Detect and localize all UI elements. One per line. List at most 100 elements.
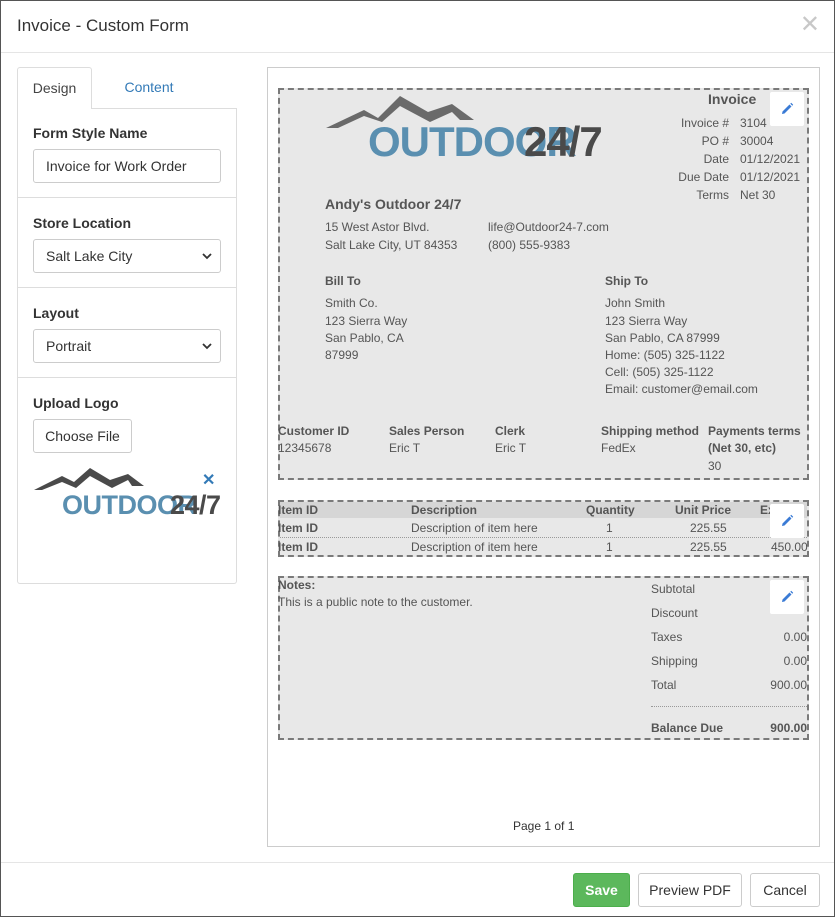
invoice-preview: OUTDOOR 24/7 Invoice Invoice # 3104 PO #… bbox=[267, 67, 820, 847]
logo-text-right: 24/7 bbox=[524, 118, 602, 162]
subtotal-label: Subtotal bbox=[651, 582, 696, 596]
item-row-price: 225.55 bbox=[690, 521, 727, 535]
uploaded-logo-image: OUTDOOR 24/7 bbox=[34, 468, 221, 520]
store-location-section: Store Location Salt Lake City bbox=[18, 198, 236, 288]
taxes-value: 0.00 bbox=[783, 630, 807, 644]
invoice-heading: Invoice bbox=[708, 91, 757, 107]
store-location-label: Store Location bbox=[33, 215, 132, 231]
bill-to-line: Smith Co. bbox=[325, 296, 378, 310]
bill-to-line: 123 Sierra Way bbox=[325, 314, 408, 328]
bill-to-line: 87999 bbox=[325, 348, 359, 362]
company-email: life@Outdoor24-7.com bbox=[488, 220, 609, 234]
meta-label-date: Date bbox=[703, 152, 729, 166]
bill-to-heading: Bill To bbox=[325, 274, 361, 288]
company-address-2: Salt Lake City, UT 84353 bbox=[325, 238, 458, 252]
customer-id-label: Customer ID bbox=[278, 424, 350, 438]
tab-bar: Design Content bbox=[17, 67, 237, 109]
ship-to-line: Cell: (505) 325-1122 bbox=[605, 365, 714, 379]
payment-terms-label: Payments terms bbox=[708, 424, 801, 438]
form-style-name-label: Form Style Name bbox=[33, 125, 148, 141]
customer-id-value: 12345678 bbox=[278, 441, 332, 455]
items-header-description: Description bbox=[411, 503, 478, 517]
bill-to-line: San Pablo, CA bbox=[325, 331, 404, 345]
invoice-header-block[interactable]: OUTDOOR 24/7 Invoice Invoice # 3104 PO #… bbox=[278, 88, 809, 480]
meta-value-po: 30004 bbox=[740, 134, 774, 148]
cancel-button[interactable]: Cancel bbox=[750, 873, 820, 907]
form-style-name-input[interactable]: Invoice for Work Order bbox=[33, 149, 221, 183]
shipping-value: 0.00 bbox=[783, 654, 807, 668]
edit-totals-button[interactable] bbox=[770, 580, 804, 614]
item-row-qty: 1 bbox=[606, 540, 613, 554]
shipping-method-label: Shipping method bbox=[601, 424, 699, 438]
sales-person-label: Sales Person bbox=[389, 424, 465, 438]
company-phone: (800) 555-9383 bbox=[488, 238, 571, 252]
meta-label-terms: Terms bbox=[696, 188, 729, 202]
total-label: Total bbox=[651, 678, 677, 692]
meta-label-invoice: Invoice # bbox=[680, 116, 729, 130]
store-location-value: Salt Lake City bbox=[46, 248, 133, 264]
item-row-extended: 450.00 bbox=[771, 540, 808, 554]
page-indicator: Page 1 of 1 bbox=[513, 819, 575, 833]
notes-label: Notes: bbox=[278, 578, 316, 592]
uploaded-logo-text-right: 24/7 bbox=[170, 490, 221, 520]
item-row-id: Item ID bbox=[278, 521, 319, 535]
pencil-icon bbox=[782, 102, 794, 114]
edit-header-button[interactable] bbox=[770, 92, 804, 126]
company-logo: OUTDOOR 24/7 bbox=[326, 96, 603, 162]
item-row-qty: 1 bbox=[606, 521, 613, 535]
invoice-items-block[interactable]: Item ID Description Quantity Unit Price … bbox=[278, 500, 809, 557]
edit-items-button[interactable] bbox=[770, 504, 804, 538]
item-row-price: 225.55 bbox=[690, 540, 727, 554]
chevron-down-icon bbox=[202, 253, 212, 260]
modal-header: Invoice - Custom Form ✕ bbox=[1, 1, 834, 53]
meta-value-date: 01/12/2021 bbox=[740, 152, 801, 166]
upload-logo-label: Upload Logo bbox=[33, 395, 119, 411]
clerk-label: Clerk bbox=[495, 424, 526, 438]
clerk-value: Eric T bbox=[495, 441, 527, 455]
invoice-custom-form-modal: Invoice - Custom Form ✕ Design Content F… bbox=[0, 0, 835, 917]
item-row-description: Description of item here bbox=[411, 540, 538, 554]
ship-to-line: San Pablo, CA 87999 bbox=[605, 331, 720, 345]
form-style-section: Form Style Name Invoice for Work Order bbox=[18, 108, 236, 198]
shipping-label: Shipping bbox=[651, 654, 698, 668]
invoice-totals-block[interactable]: Notes: This is a public note to the cust… bbox=[278, 576, 809, 740]
ship-to-heading: Ship To bbox=[605, 274, 649, 288]
store-location-select[interactable]: Salt Lake City bbox=[33, 239, 221, 273]
payment-terms-value: 30 bbox=[708, 459, 722, 473]
items-header-item-id: Item ID bbox=[278, 503, 319, 517]
company-address-1: 15 West Astor Blvd. bbox=[325, 220, 430, 234]
save-button[interactable]: Save bbox=[573, 873, 630, 907]
modal-footer: Save Preview PDF Cancel bbox=[1, 862, 834, 916]
totals-divider bbox=[651, 706, 807, 707]
close-icon[interactable]: ✕ bbox=[800, 11, 820, 39]
preview-pdf-button[interactable]: Preview PDF bbox=[638, 873, 742, 907]
taxes-label: Taxes bbox=[651, 630, 683, 644]
pencil-icon bbox=[782, 590, 794, 602]
items-header-quantity: Quantity bbox=[586, 503, 635, 517]
ship-to-line: Email: customer@email.com bbox=[605, 382, 758, 396]
item-row-divider bbox=[280, 537, 807, 538]
tab-design[interactable]: Design bbox=[17, 67, 92, 109]
sales-person-value: Eric T bbox=[389, 441, 421, 455]
items-header-unit-price: Unit Price bbox=[675, 503, 732, 517]
choose-file-button[interactable]: Choose File bbox=[33, 419, 132, 453]
discount-label: Discount bbox=[651, 606, 698, 620]
tab-content[interactable]: Content bbox=[109, 67, 189, 109]
ship-to-line: 123 Sierra Way bbox=[605, 314, 688, 328]
shipping-method-value: FedEx bbox=[601, 441, 636, 455]
item-row-description: Description of item here bbox=[411, 521, 538, 535]
chevron-down-icon bbox=[202, 343, 212, 350]
ship-to-line: Home: (505) 325-1122 bbox=[605, 348, 725, 362]
company-name: Andy's Outdoor 24/7 bbox=[325, 196, 462, 212]
meta-label-due-date: Due Date bbox=[678, 170, 729, 184]
meta-value-invoice: 3104 bbox=[740, 116, 767, 130]
layout-value: Portrait bbox=[46, 338, 92, 354]
balance-due-value: 900.00 bbox=[770, 721, 807, 735]
meta-label-po: PO # bbox=[701, 134, 729, 148]
notes-text: This is a public note to the customer. bbox=[278, 595, 473, 609]
layout-section: Layout Portrait bbox=[18, 288, 236, 378]
layout-select[interactable]: Portrait bbox=[33, 329, 221, 363]
ship-to-line: John Smith bbox=[605, 296, 666, 310]
balance-due-label: Balance Due bbox=[651, 721, 724, 735]
design-panel: Form Style Name Invoice for Work Order S… bbox=[17, 108, 237, 584]
